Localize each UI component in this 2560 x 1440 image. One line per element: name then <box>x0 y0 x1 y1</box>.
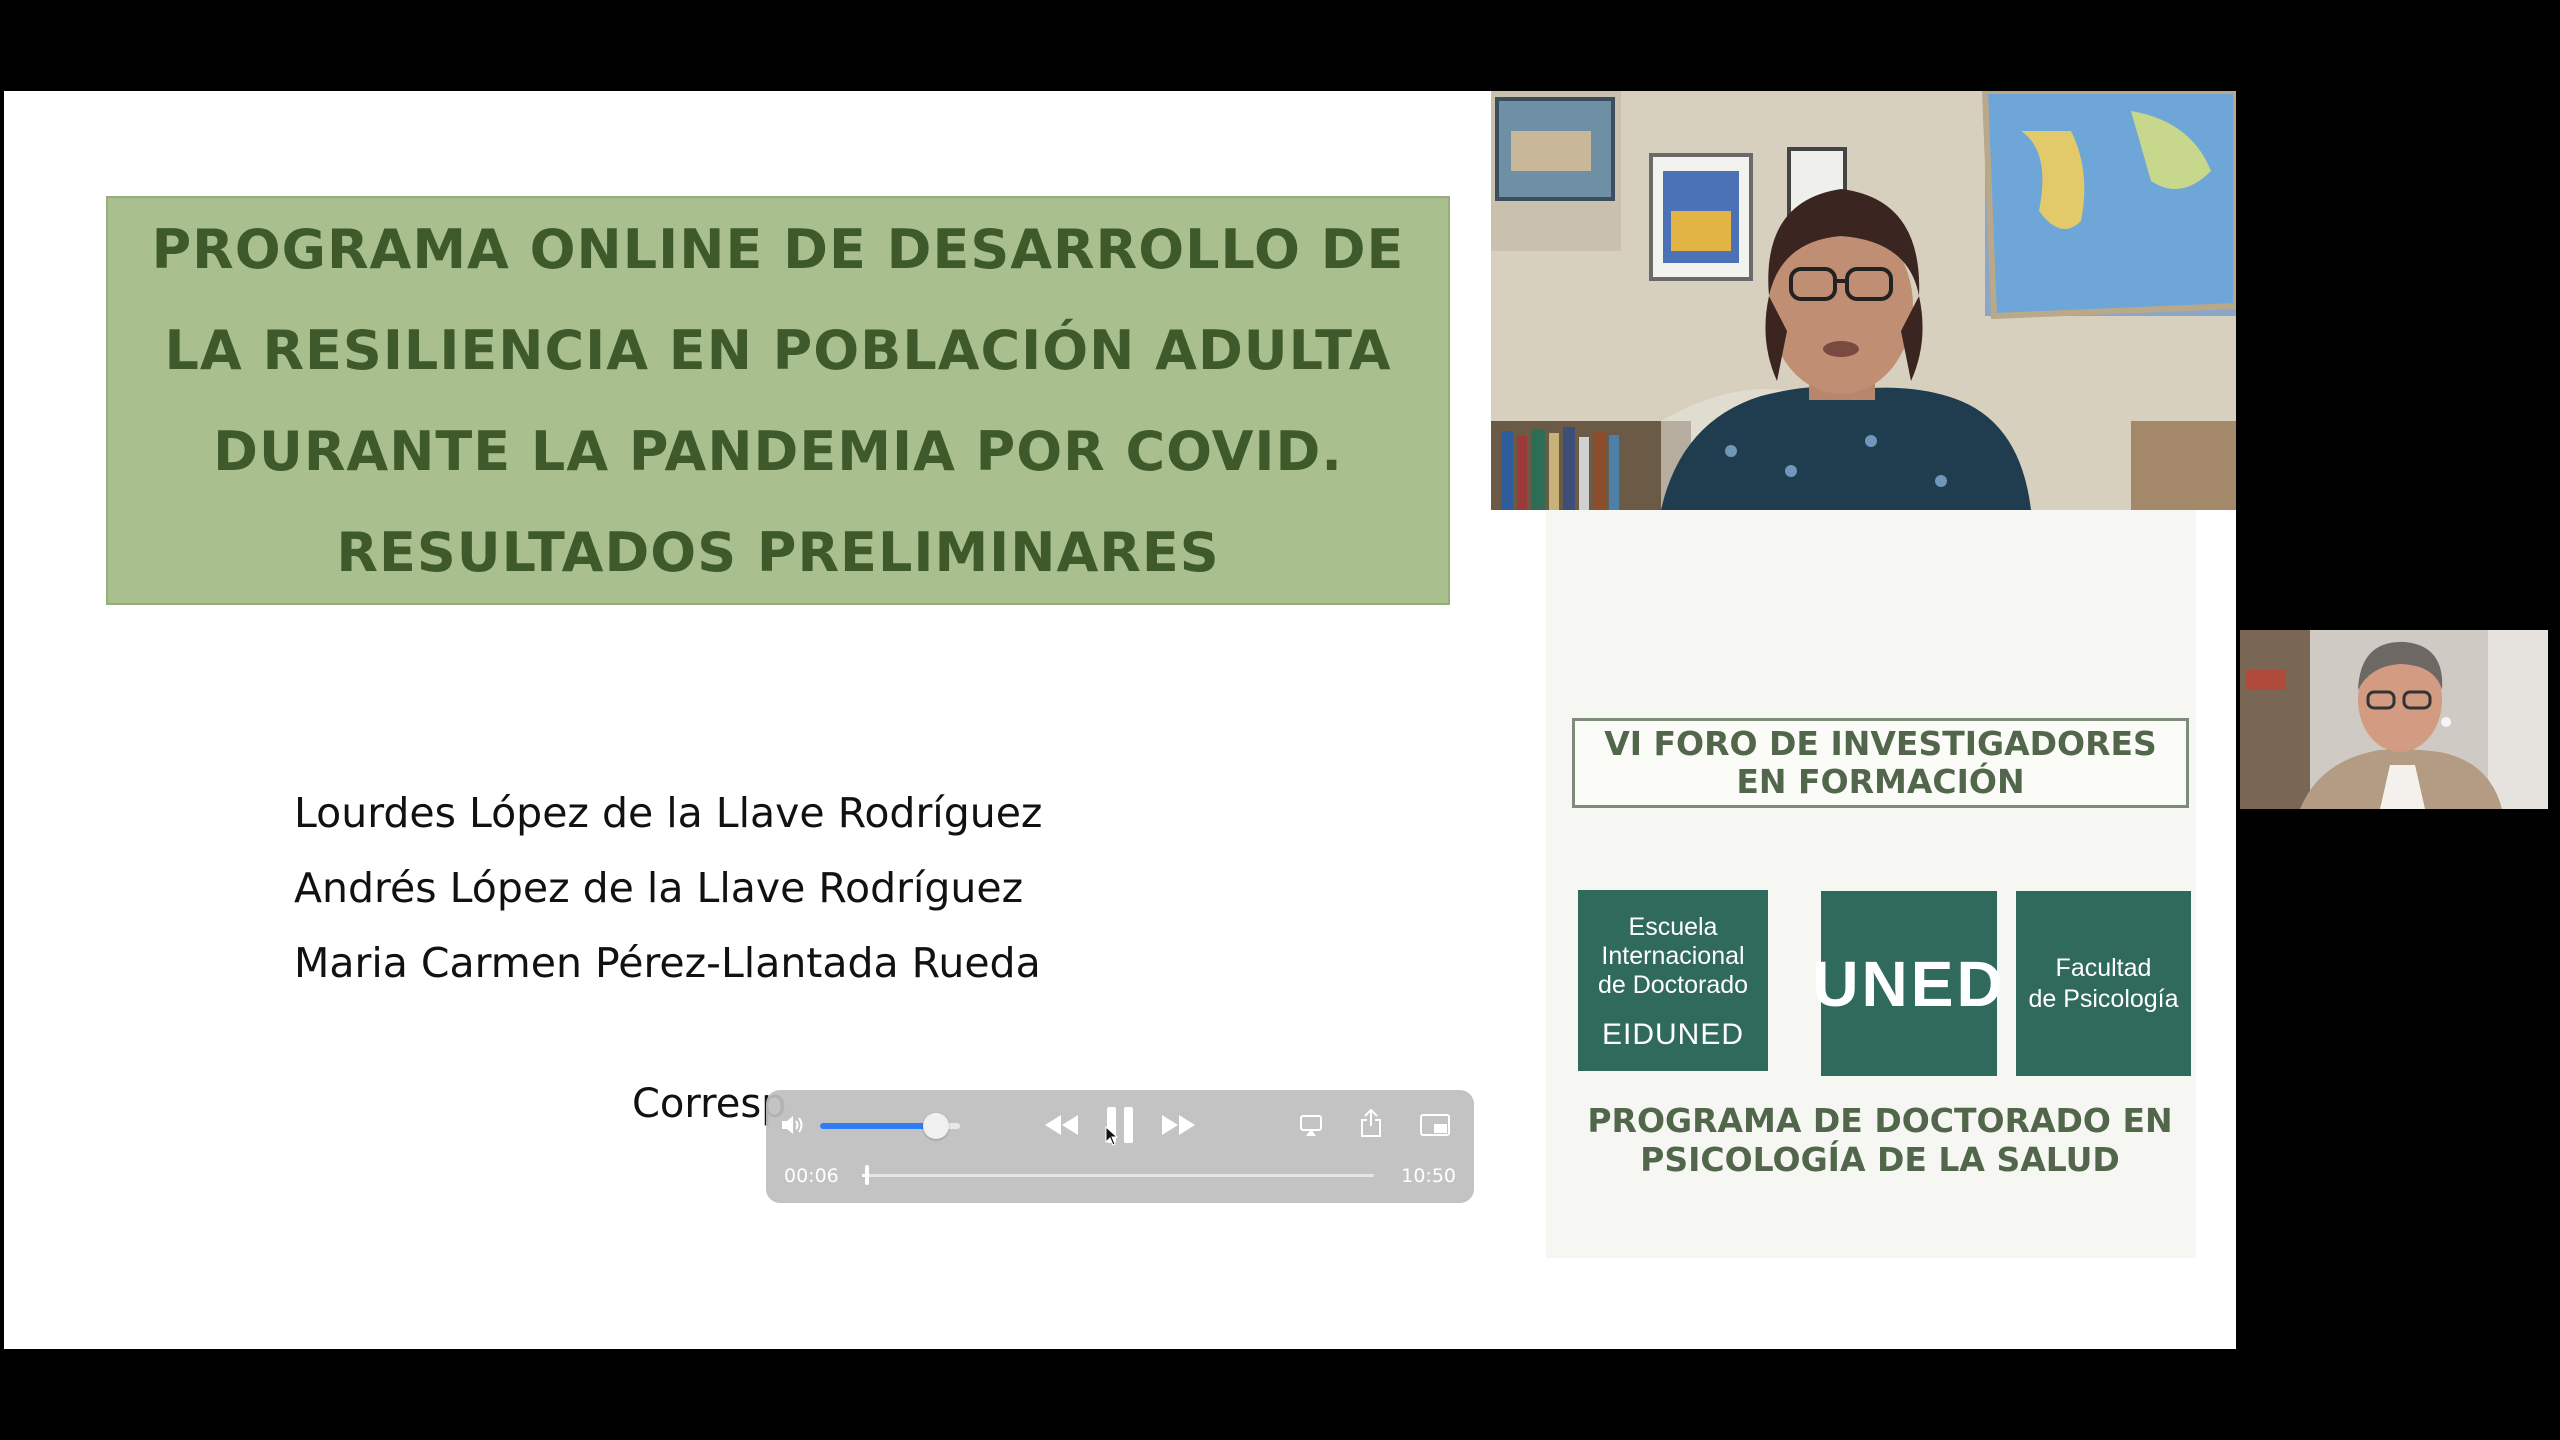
volume-icon[interactable] <box>780 1110 806 1140</box>
volume-slider-handle[interactable] <box>923 1113 950 1139</box>
volume-slider-fill <box>820 1123 937 1129</box>
programa-line: PROGRAMA DE DOCTORADO EN <box>1587 1101 2173 1140</box>
rewind-icon[interactable] <box>1042 1110 1082 1140</box>
video-player-controls[interactable]: 00:06 10:50 <box>766 1090 1474 1203</box>
slide-title: PROGRAMA ONLINE DE DESARROLLO DE LA RESI… <box>151 217 1405 584</box>
foro-title-line: VI FORO DE INVESTIGADORES <box>1604 724 2157 763</box>
author-name: Maria Carmen Pérez-Llantada Rueda <box>294 939 1041 987</box>
fast-forward-icon[interactable] <box>1158 1110 1198 1140</box>
foro-title-line: EN FORMACIÓN <box>1736 762 2025 801</box>
picture-in-picture-icon[interactable] <box>1418 1110 1452 1140</box>
eiduned-logo-line: de Doctorado <box>1597 970 1749 999</box>
author-name: Andrés López de la Llave Rodríguez <box>294 864 1024 912</box>
eiduned-logo-line: Escuela <box>1628 912 1718 941</box>
airplay-icon[interactable] <box>1296 1110 1326 1140</box>
participant-webcam-video <box>2240 630 2548 809</box>
facultad-logo-line: Facultad <box>2055 953 2152 982</box>
participant-webcam-image <box>2240 630 2548 809</box>
total-duration: 10:50 <box>1401 1165 1456 1187</box>
presenter-webcam-video <box>1491 91 2236 510</box>
author-name: Lourdes López de la Llave Rodríguez <box>294 789 1043 837</box>
eiduned-logo-line: Internacional <box>1601 941 1745 970</box>
mouse-cursor-icon <box>1102 1124 1122 1148</box>
correspondence-text: Corresp <box>632 1081 787 1127</box>
facultad-logo-line: de Psicología <box>2028 984 2179 1013</box>
uned-logo: UNED <box>1812 891 2003 1076</box>
programa-line: PSICOLOGÍA DE LA SALUD <box>1640 1140 2120 1179</box>
presenter-webcam-image <box>1491 91 2236 510</box>
slide-title-box: PROGRAMA ONLINE DE DESARROLLO DE LA RESI… <box>106 196 1450 605</box>
foro-box: VI FORO DE INVESTIGADORES EN FORMACIÓN <box>1572 718 2189 808</box>
share-icon[interactable] <box>1356 1106 1386 1140</box>
facultad-psicologia-logo: Facultad de Psicología <box>2016 891 2191 1076</box>
playback-progress-handle[interactable] <box>864 1165 869 1185</box>
playback-progress-bar[interactable] <box>862 1165 1374 1185</box>
volume-slider[interactable] <box>820 1113 960 1139</box>
eiduned-logo: Escuela Internacional de Doctorado EIDUN… <box>1578 890 1768 1071</box>
authors-list: Lourdes López de la Llave Rodríguez Andr… <box>294 776 1042 1001</box>
current-time: 00:06 <box>784 1165 839 1187</box>
eiduned-logo-name: EIDUNED <box>1601 1017 1744 1051</box>
programa-doctorado-text: PROGRAMA DE DOCTORADO EN PSICOLOGÍA DE L… <box>1560 1101 2200 1179</box>
